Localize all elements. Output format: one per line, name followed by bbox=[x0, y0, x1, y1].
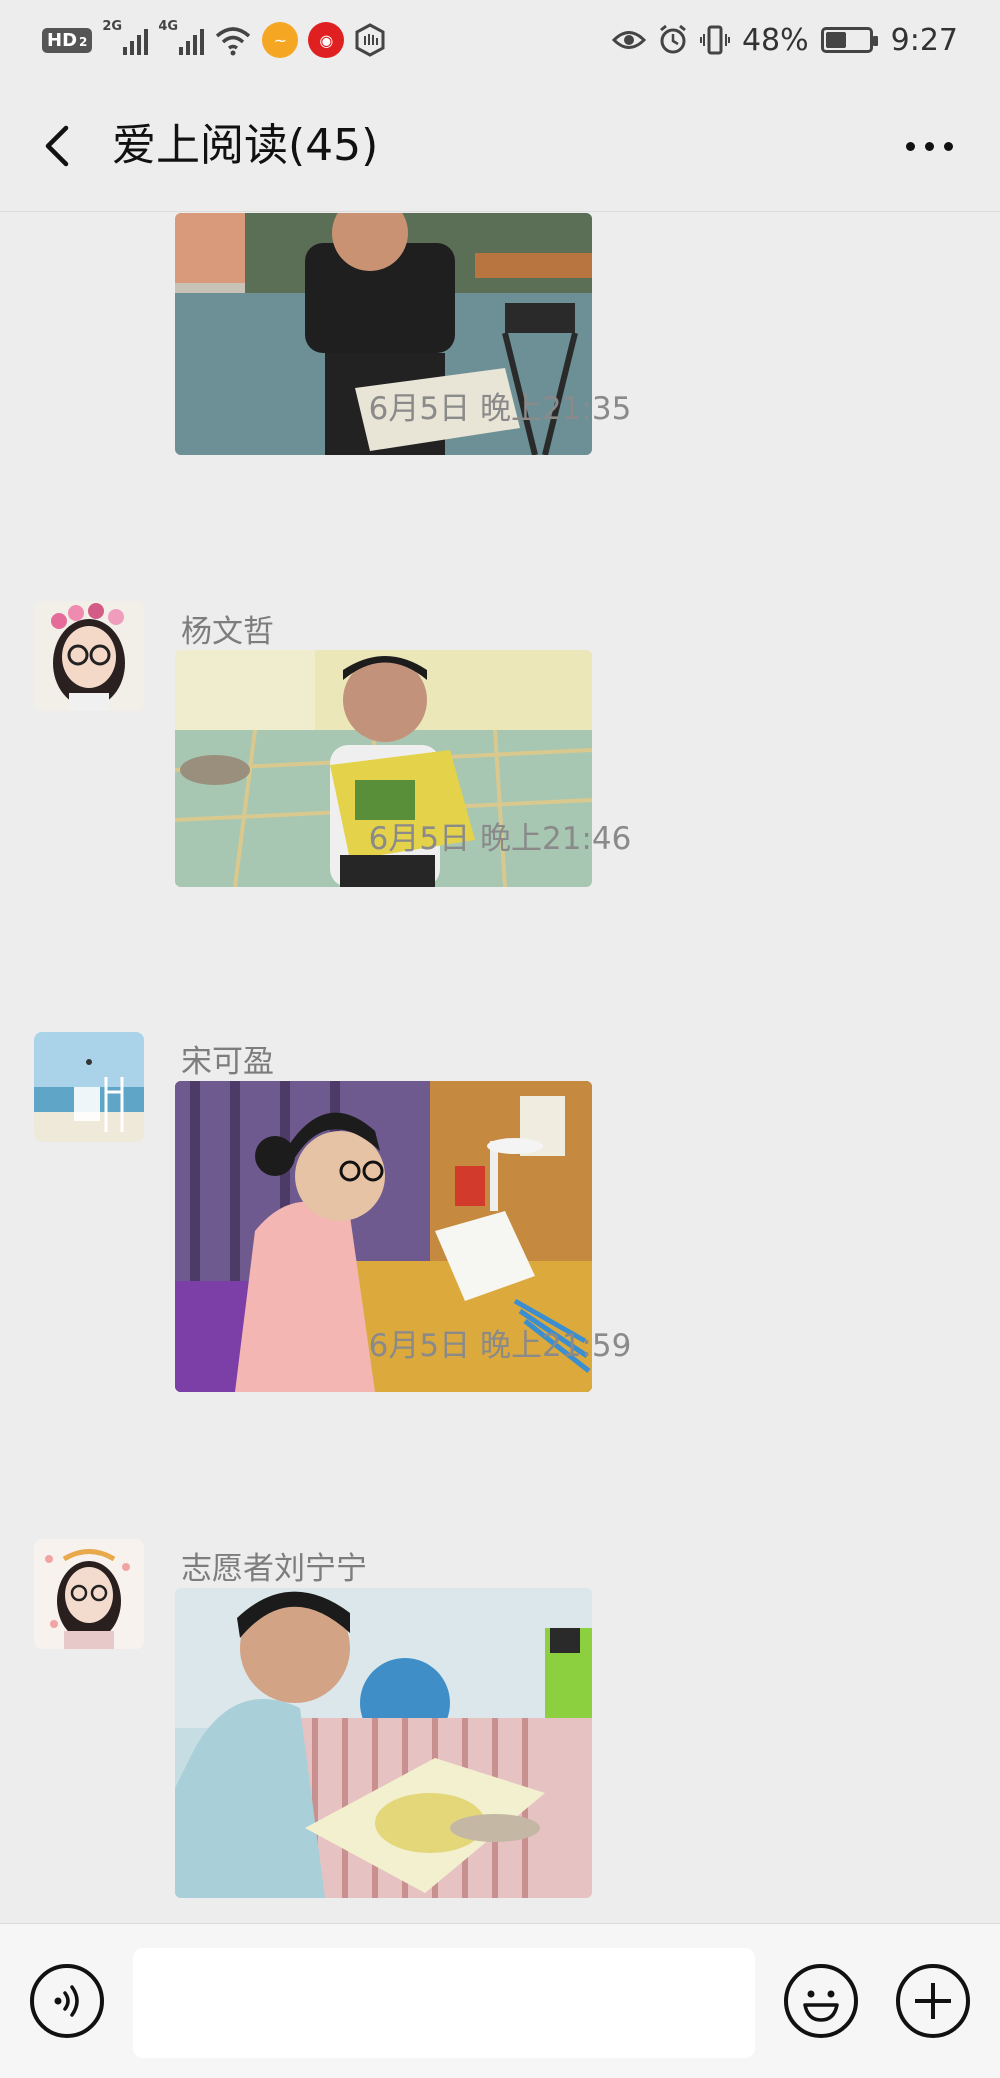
timestamp: 6月5日 晚上21:35 bbox=[368, 391, 632, 427]
status-bar: HD 2 2G 4G ~ ◉ 48% 9:27 bbox=[0, 0, 1000, 80]
avatar-beach-scene bbox=[34, 1032, 144, 1142]
message-list[interactable]: 6月5日 晚上21:35 杨文哲 6月5日 晚上21:46 宋可盈 6月5日 晚… bbox=[0, 213, 1000, 1923]
more-button[interactable] bbox=[894, 114, 964, 178]
avatar[interactable] bbox=[34, 601, 144, 711]
timestamp: 6月5日 晚上21:59 bbox=[368, 1328, 632, 1364]
timestamp: 6月5日 晚上21:46 bbox=[368, 821, 632, 857]
voice-button[interactable] bbox=[30, 1964, 104, 2038]
more-icon bbox=[905, 141, 953, 151]
battery-percent: 48% bbox=[741, 22, 809, 58]
avatar-woman-glasses bbox=[34, 1539, 144, 1649]
back-arrow-icon bbox=[45, 125, 69, 167]
app-notification-icon: ~ bbox=[262, 22, 299, 58]
avatar[interactable] bbox=[34, 1032, 144, 1142]
news-app-icon: ◉ bbox=[308, 22, 345, 58]
battery-icon bbox=[820, 27, 878, 53]
hand-app-icon bbox=[355, 23, 385, 57]
photo-boy-reading-picture-book bbox=[175, 1588, 592, 1898]
message-input[interactable] bbox=[133, 1948, 755, 2058]
battery-level bbox=[825, 32, 846, 48]
wifi-icon bbox=[216, 27, 251, 56]
status-right: 48% 9:27 bbox=[611, 18, 958, 62]
signal-2g-icon: 2G bbox=[102, 19, 149, 57]
eye-comfort-icon bbox=[611, 31, 646, 49]
input-bar bbox=[0, 1923, 1000, 2078]
emoji-button[interactable] bbox=[784, 1964, 858, 2038]
sender-name: 杨文哲 bbox=[181, 614, 274, 650]
plus-button[interactable] bbox=[896, 1964, 970, 2038]
chat-title: 爱上阅读(45) bbox=[112, 120, 379, 171]
avatar[interactable] bbox=[34, 1539, 144, 1649]
voice-icon bbox=[54, 1985, 79, 2017]
back-button[interactable] bbox=[30, 114, 94, 178]
hd-badge: HD 2 bbox=[42, 27, 93, 53]
message-image[interactable] bbox=[175, 1588, 592, 1898]
sender-name: 宋可盈 bbox=[181, 1044, 274, 1080]
alarm-icon bbox=[660, 24, 686, 54]
signal-4g-icon: 4G bbox=[158, 19, 205, 57]
status-left: HD 2 2G 4G ~ ◉ bbox=[42, 18, 386, 62]
emoji-icon bbox=[803, 1990, 839, 2022]
avatar-woman-flowers bbox=[34, 601, 144, 711]
chat-header: 爱上阅读(45) bbox=[0, 80, 1000, 212]
clock: 9:27 bbox=[890, 22, 958, 58]
sender-name: 志愿者刘宁宁 bbox=[181, 1551, 367, 1587]
vibrate-icon bbox=[699, 25, 730, 55]
